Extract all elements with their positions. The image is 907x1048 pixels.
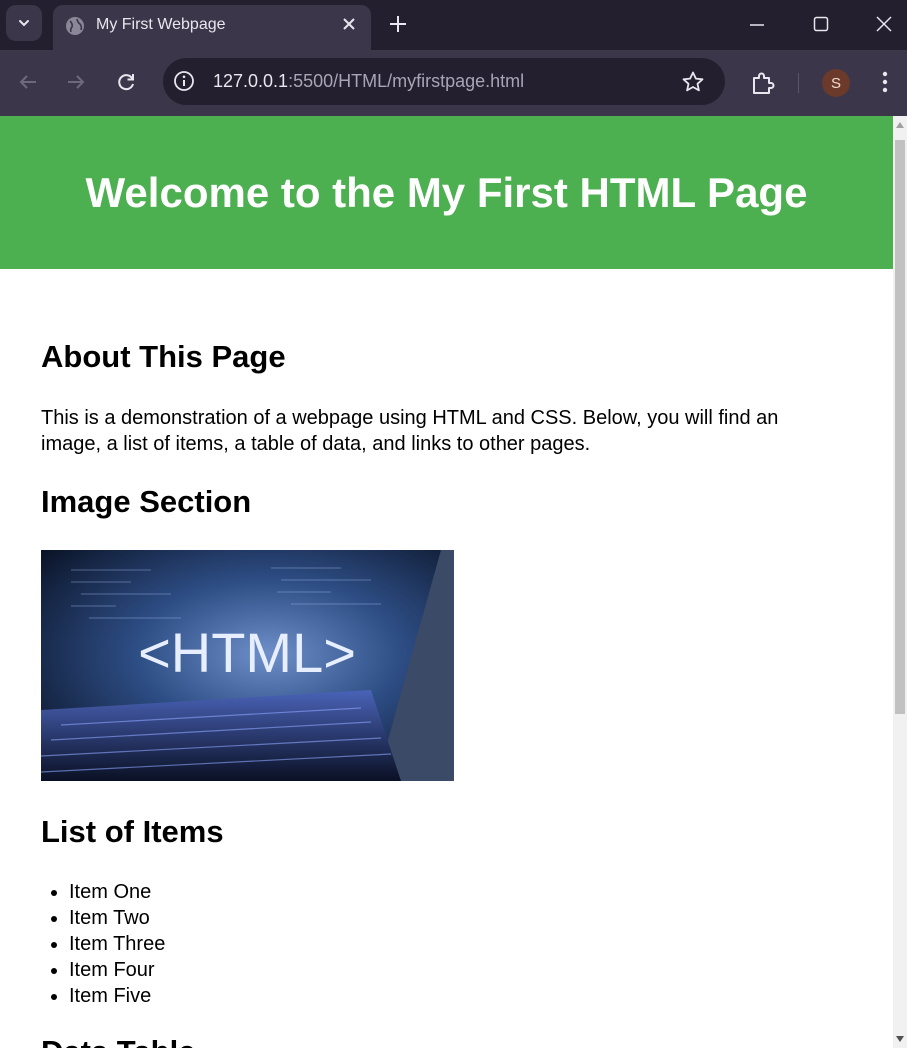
tab-strip: My First Webpage <box>0 0 907 50</box>
list-item: Item Three <box>69 931 165 957</box>
kebab-menu-icon[interactable] <box>882 70 888 94</box>
page-viewport: Welcome to the My First HTML Page About … <box>0 116 893 1048</box>
forward-arrow-icon[interactable] <box>64 70 88 94</box>
scroll-down-icon[interactable] <box>896 1036 904 1042</box>
url-text[interactable]: 127.0.0.1:5500/HTML/myfirstpage.html <box>213 71 524 92</box>
bookmark-star-icon[interactable] <box>681 70 705 94</box>
address-bar[interactable]: 127.0.0.1:5500/HTML/myfirstpage.html <box>163 58 725 105</box>
page-header: Welcome to the My First HTML Page <box>0 116 893 269</box>
maximize-icon[interactable] <box>813 16 829 32</box>
scrollbar-thumb[interactable] <box>895 140 905 714</box>
reload-icon[interactable] <box>114 70 138 94</box>
data-table-heading: Data Table <box>41 1034 195 1048</box>
html-laptop-image: <HTML> <box>41 550 454 781</box>
globe-icon <box>66 17 84 35</box>
list-item: Item Four <box>69 957 165 983</box>
tab-search-button[interactable] <box>6 5 42 41</box>
browser-toolbar: 127.0.0.1:5500/HTML/myfirstpage.html S <box>0 50 907 116</box>
tab-title: My First Webpage <box>96 16 226 33</box>
list-item: Item Five <box>69 983 165 1009</box>
list-heading: List of Items <box>41 814 224 849</box>
extensions-puzzle-icon[interactable] <box>750 70 776 96</box>
list-item: Item Two <box>69 905 165 931</box>
url-path: :5500/HTML/myfirstpage.html <box>288 71 525 91</box>
page-title: Welcome to the My First HTML Page <box>85 168 808 216</box>
close-tab-icon[interactable] <box>341 16 357 32</box>
items-list: Item One Item Two Item Three Item Four I… <box>41 879 165 1009</box>
image-html-text: <HTML> <box>138 621 356 684</box>
url-host: 127.0.0.1 <box>213 71 289 91</box>
back-arrow-icon[interactable] <box>16 70 40 94</box>
minimize-icon[interactable] <box>748 16 766 34</box>
vertical-scrollbar[interactable] <box>893 116 907 1048</box>
site-info-icon[interactable] <box>173 70 195 92</box>
chevron-down-icon <box>19 20 29 27</box>
about-paragraph: This is a demonstration of a webpage usi… <box>41 407 779 455</box>
new-tab-icon[interactable] <box>386 12 410 36</box>
list-item: Item One <box>69 879 165 905</box>
scroll-up-icon[interactable] <box>896 122 904 128</box>
image-section-heading: Image Section <box>41 484 252 519</box>
about-heading: About This Page <box>41 339 286 374</box>
window-close-icon[interactable] <box>875 15 893 33</box>
profile-avatar[interactable]: S <box>822 69 850 97</box>
toolbar-divider <box>798 73 799 93</box>
active-tab[interactable]: My First Webpage <box>53 5 371 50</box>
